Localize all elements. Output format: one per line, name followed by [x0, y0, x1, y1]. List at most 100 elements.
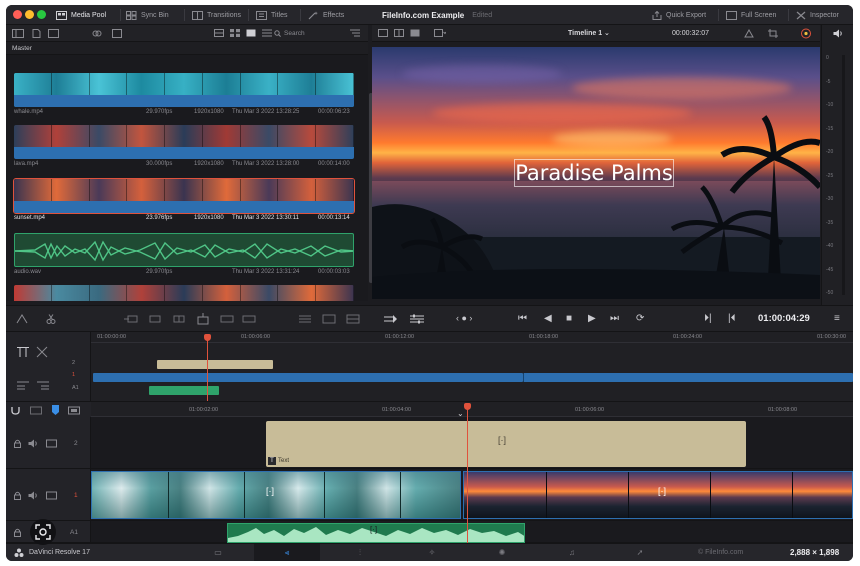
overview-title-clip[interactable]	[157, 360, 273, 369]
bin-grid-icon[interactable]	[112, 29, 122, 38]
link-clips-icon[interactable]	[92, 29, 102, 38]
split-screen-icon[interactable]	[36, 346, 48, 358]
overview-video-clip-sunset[interactable]	[523, 373, 853, 382]
blade-tool-icon[interactable]	[46, 314, 56, 324]
sync-bin-label: Sync Bin	[141, 11, 169, 19]
edit-mode-icon[interactable]	[16, 314, 28, 324]
snapping-icon[interactable]	[11, 406, 20, 415]
source-overwrite-icon[interactable]	[346, 314, 360, 324]
dual-viewer-icon[interactable]	[394, 29, 404, 37]
import-media-icon[interactable]	[32, 29, 41, 38]
list-view-icon[interactable]	[262, 29, 272, 37]
speaker-icon[interactable]	[28, 491, 38, 500]
source-tape-icon[interactable]	[410, 29, 420, 37]
titles-button[interactable]: Titles	[256, 5, 287, 25]
video-clip-sunset[interactable]: [·]	[463, 471, 853, 519]
title-overlay[interactable]: Paradise Palms	[514, 159, 674, 187]
timeline-viewer[interactable]: Paradise Palms	[372, 47, 820, 299]
media-pool-button[interactable]: Media Pool	[56, 5, 106, 25]
linked-selection-icon[interactable]	[30, 406, 42, 415]
media-pool-search[interactable]: Search	[274, 28, 330, 39]
trim-mode-icon[interactable]	[384, 314, 398, 324]
video-clip-waterfall[interactable]: [·]	[91, 471, 461, 519]
overview-video-clip-waterfall[interactable]	[93, 373, 523, 382]
previous-edit-button[interactable]: |⏴	[728, 313, 736, 324]
marker-icon[interactable]	[52, 405, 59, 415]
speaker-icon[interactable]	[28, 439, 38, 448]
overview-audio-clip[interactable]	[149, 386, 219, 395]
overview-track-label: 1	[72, 372, 76, 378]
jog-control[interactable]: ‹ ● ›	[456, 313, 472, 323]
video-toggle-icon[interactable]	[46, 491, 57, 500]
image-dimensions: 2,888 × 1,898	[790, 548, 840, 557]
close-window-button[interactable]	[13, 10, 22, 19]
crop-icon[interactable]	[768, 29, 778, 38]
clip-thumbnail	[14, 285, 354, 301]
clip-audio-bar	[14, 147, 354, 159]
stop-button[interactable]: ■	[566, 313, 572, 324]
color-picker-icon[interactable]	[800, 28, 812, 39]
cut-page-icon[interactable]: ⫷	[254, 544, 320, 561]
place-on-top-icon[interactable]	[196, 313, 210, 325]
ripple-overwrite-icon[interactable]	[242, 314, 256, 324]
flag-icon[interactable]	[68, 406, 80, 415]
lock-icon[interactable]	[14, 491, 21, 500]
video-toggle-icon[interactable]	[46, 439, 57, 448]
timeline-ruler[interactable]: 01:00:02:00 01:00:04:00 01:00:06:00 01:0…	[91, 401, 853, 418]
clip-date: Thu Mar 3 2022 13:31:24	[232, 269, 300, 275]
inspector-button[interactable]: Inspector	[796, 5, 839, 25]
media-page-icon[interactable]: ▭	[206, 547, 230, 559]
media-pool-clip-list: whale.mp4 29.970fps 1920x1080 Thu Mar 3 …	[6, 55, 368, 301]
next-edit-button[interactable]: ⏵|	[704, 313, 712, 324]
deliver-page-icon[interactable]: ➚	[628, 547, 652, 559]
single-viewer-icon[interactable]	[378, 29, 388, 37]
clip-resolution: 1920x1080	[194, 215, 224, 221]
stack-timeline-icon[interactable]	[36, 380, 50, 390]
bin-master-label[interactable]: Master	[6, 42, 368, 55]
fairlight-page-icon[interactable]: ♫	[560, 547, 584, 559]
speaker-icon[interactable]	[833, 29, 843, 38]
sync-bin-button[interactable]: Sync Bin	[126, 5, 169, 25]
track-height-icon[interactable]	[16, 380, 30, 390]
viewer-mode-icon[interactable]	[434, 29, 446, 37]
play-reverse-button[interactable]: ◀	[544, 313, 552, 324]
transitions-button[interactable]: Transitions	[192, 5, 241, 25]
insert-clip-icon[interactable]	[124, 314, 138, 324]
bin-list-toggle-icon[interactable]	[12, 29, 24, 38]
minimize-window-button[interactable]	[25, 10, 34, 19]
edit-page-icon[interactable]: ⫶	[348, 547, 372, 559]
color-page-icon[interactable]: ✺	[490, 547, 514, 559]
overwrite-clip-icon[interactable]	[148, 314, 162, 324]
audio-clip[interactable]: [·]	[227, 523, 525, 543]
smart-insert-icon[interactable]	[322, 314, 336, 324]
play-button[interactable]: ▶	[588, 313, 596, 324]
timeline-options-icon[interactable]	[16, 346, 30, 358]
lock-icon[interactable]	[14, 439, 21, 448]
transform-icon[interactable]	[744, 29, 754, 38]
meter-scale-label: 0	[826, 55, 829, 61]
replace-clip-icon[interactable]	[172, 314, 186, 324]
quick-export-button[interactable]: Quick Export	[652, 5, 706, 25]
clip-date: Thu Mar 3 2022 13:30:11	[232, 215, 299, 221]
go-to-start-button[interactable]: ⏮	[518, 313, 527, 324]
sort-options-icon[interactable]	[350, 29, 360, 37]
append-clip-icon[interactable]	[220, 314, 234, 324]
full-screen-button[interactable]: Full Screen	[726, 5, 776, 25]
lock-icon[interactable]	[14, 528, 21, 537]
viewer-options-icon[interactable]: ≡	[834, 313, 840, 324]
go-to-end-button[interactable]: ⏭	[610, 313, 619, 324]
zoom-window-button[interactable]	[37, 10, 46, 19]
new-bin-icon[interactable]	[48, 29, 59, 38]
loop-button[interactable]: ⟳	[636, 313, 644, 324]
fit-to-fill-icon[interactable]	[298, 314, 312, 324]
playback-options-icon[interactable]	[410, 314, 424, 324]
filmstrip-view-icon[interactable]	[246, 29, 256, 37]
timeline-selector[interactable]: Timeline 1 ⌄	[568, 25, 610, 42]
thumbnail-size-icon[interactable]	[214, 29, 224, 37]
effects-button[interactable]: Effects	[308, 5, 344, 25]
focus-scope-button[interactable]	[30, 519, 56, 545]
fusion-page-icon[interactable]: ✧	[420, 547, 444, 559]
project-title: FileInfo.com Example Edited	[382, 5, 492, 25]
title-clip-text[interactable]: [·] T Text	[266, 421, 746, 467]
thumbnail-view-icon[interactable]	[230, 29, 240, 37]
